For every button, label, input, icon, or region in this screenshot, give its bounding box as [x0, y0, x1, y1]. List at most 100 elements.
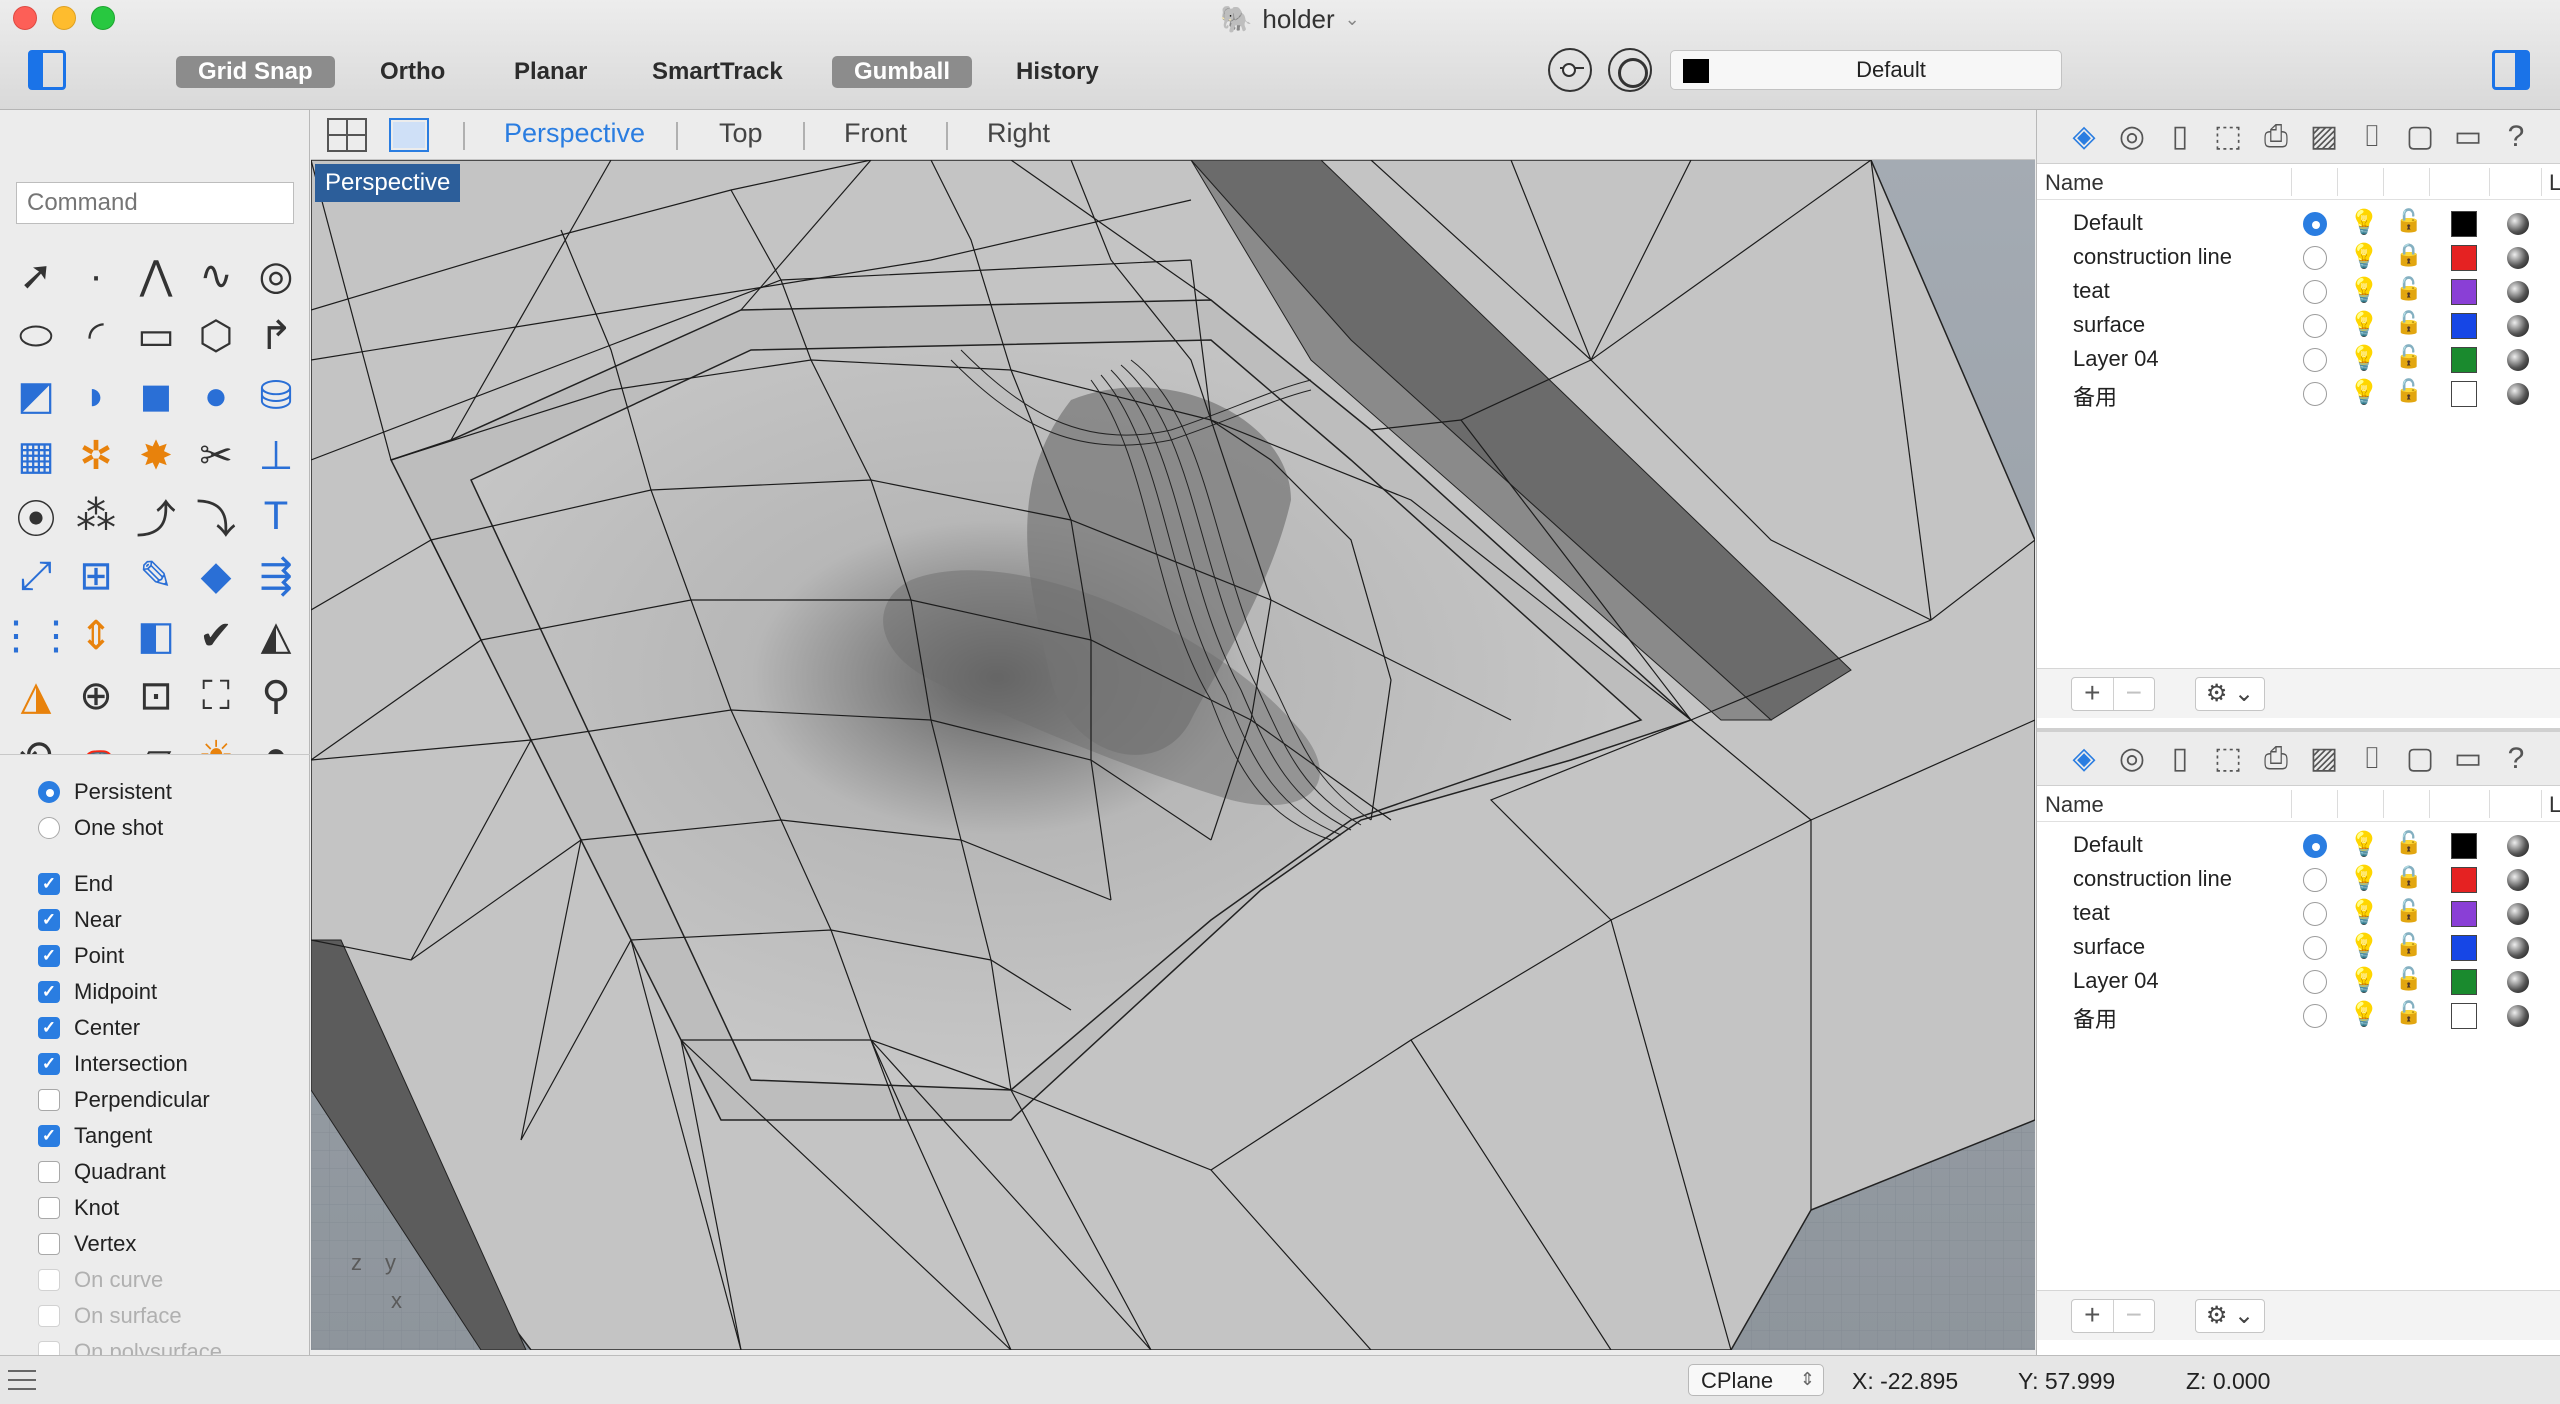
tab-right[interactable]: Right: [987, 118, 1050, 149]
current-layer-radio-icon[interactable]: [2303, 834, 2327, 858]
osnap-option[interactable]: ✓ Quadrant: [38, 1154, 166, 1190]
lightbulb-icon[interactable]: 💡: [2349, 378, 2379, 407]
column-divider[interactable]: [2429, 790, 2430, 818]
monitor-icon[interactable]: ▭: [2447, 116, 2489, 158]
undo-view-icon[interactable]: ↶: [6, 726, 66, 754]
layer-name[interactable]: construction line: [2073, 244, 2232, 270]
column-divider[interactable]: [2337, 168, 2338, 196]
column-name-header[interactable]: Name: [2045, 170, 2104, 196]
column-l-header[interactable]: L: [2549, 170, 2560, 196]
object-snap-icon[interactable]: [1548, 48, 1592, 92]
layer-row[interactable]: Layer 04 💡 🔓: [2037, 342, 2560, 376]
materials-icon[interactable]: ◎: [2111, 738, 2153, 780]
layer-row[interactable]: Layer 04 💡 🔓: [2037, 964, 2560, 998]
current-layer-radio-icon[interactable]: [2303, 970, 2327, 994]
lightbulb-icon[interactable]: 💡: [2349, 932, 2379, 961]
layer-color-swatch[interactable]: [2451, 347, 2477, 373]
snap-mode-option[interactable]: One shot: [38, 810, 163, 846]
gumball-button[interactable]: Gumball: [832, 56, 973, 88]
zoom-icon[interactable]: ⚲: [246, 666, 306, 726]
layer-row[interactable]: teat 💡 🔓: [2037, 274, 2560, 308]
layers-icon[interactable]: ◈: [2063, 116, 2105, 158]
lock-icon[interactable]: 🔓: [2395, 1000, 2422, 1026]
extrude-icon[interactable]: ◗: [66, 366, 126, 426]
polyline-icon[interactable]: ⋀: [126, 246, 186, 306]
layer-name[interactable]: surface: [2073, 934, 2145, 960]
layer-color-swatch[interactable]: [2451, 211, 2477, 237]
display-icon[interactable]: ⬚: [2207, 116, 2249, 158]
column-divider[interactable]: [2429, 168, 2430, 196]
lock-icon[interactable]: 🔓: [2395, 966, 2422, 992]
osnap-option[interactable]: ✓ Center: [38, 1010, 140, 1046]
shapes-icon[interactable]: ◭: [246, 606, 306, 666]
window-close-button[interactable]: [13, 6, 37, 30]
target-icon[interactable]: [1608, 48, 1652, 92]
material-sphere-icon[interactable]: [2507, 247, 2529, 269]
cplane-select[interactable]: CPlane: [1688, 1364, 1824, 1396]
material-sphere-icon[interactable]: [2507, 281, 2529, 303]
layer-name[interactable]: Default: [2073, 210, 2143, 236]
current-layer-radio-icon[interactable]: [2303, 382, 2327, 406]
layer-name[interactable]: surface: [2073, 312, 2145, 338]
lightbulb-icon[interactable]: 💡: [2349, 310, 2379, 339]
column-divider[interactable]: [2291, 790, 2292, 818]
grid-snap-button[interactable]: Grid Snap: [176, 56, 335, 88]
layer-name[interactable]: construction line: [2073, 866, 2232, 892]
window-minimize-button[interactable]: [52, 6, 76, 30]
checkbox-icon[interactable]: ✓: [38, 981, 60, 1003]
dimension-icon[interactable]: ⇶: [246, 546, 306, 606]
add-layer-button[interactable]: +: [2072, 678, 2113, 710]
lock-icon[interactable]: 🔒: [2395, 242, 2422, 268]
explode-icon[interactable]: ✸: [126, 426, 186, 486]
layer-row[interactable]: Default 💡 🔓: [2037, 206, 2560, 240]
current-layer-radio-icon[interactable]: [2303, 246, 2327, 270]
checkbox-icon[interactable]: ✓: [38, 1089, 60, 1111]
osnap-option[interactable]: ✓ End: [38, 866, 113, 902]
tab-top[interactable]: Top: [719, 118, 763, 149]
grid-plane-icon[interactable]: ▱: [126, 726, 186, 754]
layer-color-swatch[interactable]: [2451, 279, 2477, 305]
grid-array-icon[interactable]: ⋮⋮: [0, 606, 76, 666]
material-sphere-icon[interactable]: [2507, 1005, 2529, 1027]
layout-icon[interactable]: ▢: [2399, 116, 2441, 158]
monitor-icon[interactable]: ▭: [2447, 738, 2489, 780]
texture-icon[interactable]: ▨: [2303, 738, 2345, 780]
checkbox-icon[interactable]: ✓: [38, 1197, 60, 1219]
array-icon[interactable]: ⊞: [66, 546, 126, 606]
lock-icon[interactable]: 🔓: [2395, 378, 2422, 404]
tab-perspective[interactable]: Perspective: [504, 118, 645, 149]
materials-icon[interactable]: ◎: [2111, 116, 2153, 158]
curve-icon[interactable]: ∿: [186, 246, 246, 306]
material-sphere-icon[interactable]: [2507, 903, 2529, 925]
point-icon[interactable]: ·: [66, 246, 126, 306]
osnap-option[interactable]: ✓ Near: [38, 902, 122, 938]
lightbulb-icon[interactable]: 💡: [2349, 1000, 2379, 1029]
layer-color-swatch[interactable]: [2451, 381, 2477, 407]
checkbox-icon[interactable]: ✓: [38, 945, 60, 967]
layer-row[interactable]: teat 💡 🔓: [2037, 896, 2560, 930]
zoom-in-icon[interactable]: ⊕: [66, 666, 126, 726]
layer-row[interactable]: Default 💡 🔓: [2037, 828, 2560, 862]
material-sphere-icon[interactable]: [2507, 383, 2529, 405]
material-sphere-icon[interactable]: [2507, 971, 2529, 993]
polygon-icon[interactable]: ⬡: [186, 306, 246, 366]
layer-row[interactable]: construction line 💡 🔒: [2037, 240, 2560, 274]
layer-color-swatch[interactable]: [2451, 245, 2477, 271]
lightbulb-icon[interactable]: 💡: [2349, 864, 2379, 893]
document-title[interactable]: 🐘 holder ⌄: [1220, 2, 1360, 36]
menu-icon[interactable]: [8, 1370, 36, 1390]
layer-row[interactable]: surface 💡 🔓: [2037, 930, 2560, 964]
osnap-option[interactable]: ✓ Midpoint: [38, 974, 157, 1010]
layer-color-swatch[interactable]: [2451, 901, 2477, 927]
layer-name[interactable]: 备用: [2073, 1002, 2117, 1034]
column-divider[interactable]: [2489, 168, 2490, 196]
osnap-option[interactable]: ✓ Tangent: [38, 1118, 152, 1154]
four-viewport-layout-icon[interactable]: [327, 118, 367, 152]
radio-icon[interactable]: [38, 817, 60, 839]
current-layer-radio-icon[interactable]: [2303, 314, 2327, 338]
column-divider[interactable]: [2337, 790, 2338, 818]
zoom-window-icon[interactable]: ⊡: [126, 666, 186, 726]
layout-icon[interactable]: ▢: [2399, 738, 2441, 780]
current-layer-radio-icon[interactable]: [2303, 936, 2327, 960]
text-icon[interactable]: T: [246, 486, 306, 546]
